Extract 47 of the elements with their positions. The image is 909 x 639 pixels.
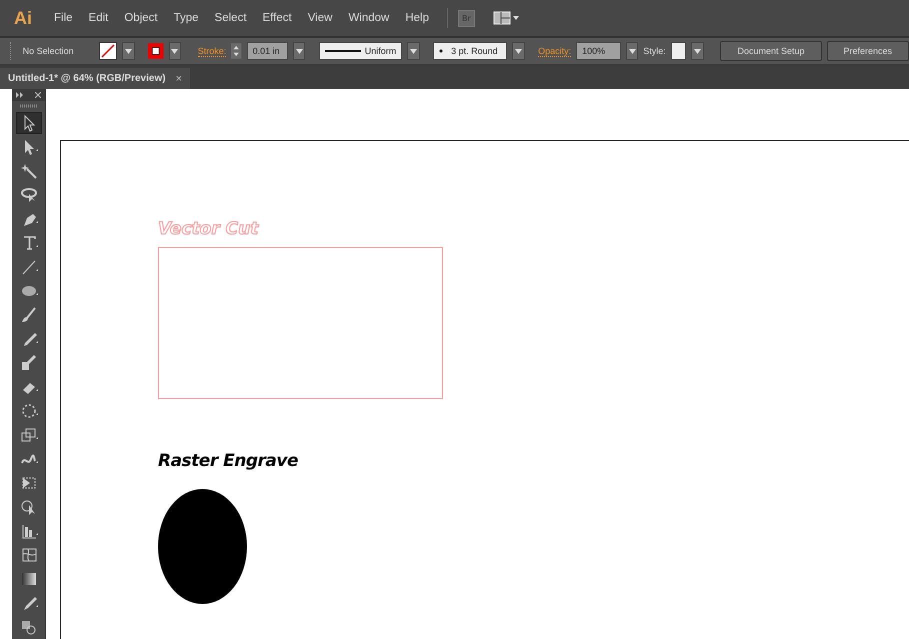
- menu-item[interactable]: Window: [340, 12, 398, 24]
- app-logo: Ai: [14, 8, 32, 28]
- dropdown-arrow-icon: [410, 48, 417, 54]
- dropdown-arrow-icon: [171, 48, 178, 54]
- dropdown-arrow-icon: [296, 48, 303, 54]
- menu-item[interactable]: Effect: [254, 12, 300, 24]
- dropdown-arrow-icon: [124, 48, 132, 54]
- workspace-layout-icon[interactable]: [492, 11, 519, 25]
- brush-dropdown[interactable]: [512, 42, 525, 60]
- selection-status: No Selection: [22, 46, 74, 56]
- stroke-weight-dropdown[interactable]: [292, 42, 306, 60]
- brush-definition[interactable]: 3 pt. Round: [433, 42, 508, 60]
- collapse-icon[interactable]: [16, 92, 24, 98]
- panel-grip-icon: [20, 104, 38, 108]
- dropdown-arrow-icon: [514, 48, 522, 54]
- lasso-tool-icon: [18, 185, 38, 205]
- menu-item[interactable]: Help: [397, 12, 437, 24]
- dropdown-arrow-icon: [694, 48, 701, 54]
- stroke-weight-field[interactable]: 0.01 in: [246, 42, 288, 60]
- vector-cut-title: Vector Cut: [158, 221, 258, 238]
- style-label: Style:: [643, 46, 666, 56]
- tool-button[interactable]: [16, 112, 42, 134]
- profile-dropdown[interactable]: [407, 42, 420, 60]
- fill-dropdown[interactable]: [122, 42, 135, 60]
- document-tab[interactable]: Untitled-1* @ 64% (RGB/Preview) ×: [0, 68, 190, 89]
- close-tab[interactable]: ×: [176, 72, 182, 84]
- stepper-icon[interactable]: [231, 42, 242, 60]
- stroke-swatch[interactable]: [148, 42, 164, 60]
- menu-item[interactable]: File: [46, 12, 81, 24]
- opacity-dropdown[interactable]: [626, 42, 638, 60]
- menu-item[interactable]: Select: [206, 12, 255, 24]
- document-setup-button[interactable]: Document Setup: [720, 41, 822, 61]
- close-icon[interactable]: [35, 92, 41, 98]
- stroke-dropdown[interactable]: [168, 42, 181, 60]
- menu-item[interactable]: View: [300, 12, 340, 24]
- menu-item[interactable]: Edit: [80, 12, 116, 24]
- preferences-button[interactable]: Preferences: [826, 41, 909, 61]
- fill-none-swatch[interactable]: [99, 42, 118, 60]
- raster-engrave-title: Raster Engrave: [158, 453, 298, 470]
- style-swatch[interactable]: [670, 42, 686, 60]
- opacity-field[interactable]: 100%: [576, 42, 621, 60]
- menu-item[interactable]: Object: [116, 12, 166, 24]
- stroke-line-icon: [324, 50, 361, 52]
- style-dropdown[interactable]: [691, 42, 704, 60]
- dropdown-arrow-icon: [628, 48, 636, 54]
- menu-item[interactable]: Type: [166, 12, 207, 24]
- variable-width-profile[interactable]: Uniform: [318, 42, 402, 60]
